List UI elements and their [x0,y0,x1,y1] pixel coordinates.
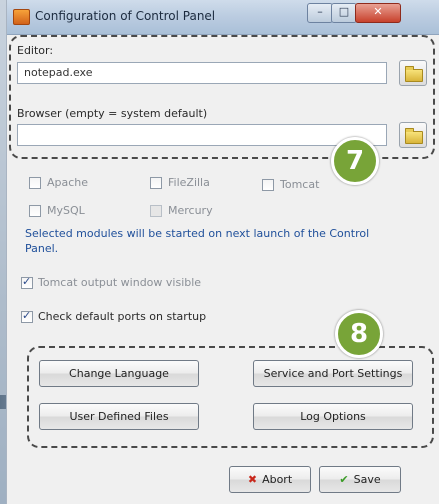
tomcat-output-checkbox[interactable] [21,275,33,289]
filezilla-label: FileZilla [168,176,210,189]
close-icon: ✕ [373,5,383,18]
filezilla-checkbox[interactable] [150,177,162,189]
minimize-icon: – [317,5,323,18]
buttons-highlight [27,346,434,448]
save-button[interactable]: ✔ Save [319,466,401,493]
close-button[interactable]: ✕ [355,3,401,23]
config-window: Configuration of Control Panel – □ ✕ Edi… [6,0,439,504]
abort-label: Abort [262,473,293,486]
tomcat-checkbox[interactable] [262,179,274,191]
x-icon: ✖ [247,473,258,486]
mysql-label: MySQL [47,204,85,217]
checkmark-icon: ✔ [339,473,349,486]
tomcat-output-label: Tomcat output window visible [38,276,202,289]
check-ports-label: Check default ports on startup [38,310,207,323]
app-icon [13,9,30,25]
abort-button[interactable]: ✖ Abort [229,466,311,493]
callout-badge-7: 7 [331,137,379,185]
maximize-icon: □ [338,5,350,18]
window-title: Configuration of Control Panel [35,9,216,23]
title-bar[interactable]: Configuration of Control Panel – □ ✕ [7,0,439,35]
save-label: Save [353,473,381,486]
mercury-label: Mercury [168,204,213,217]
tomcat-label: Tomcat [280,178,320,191]
mercury-checkbox[interactable] [150,205,162,217]
check-ports-checkbox[interactable] [21,309,33,323]
apache-checkbox[interactable] [29,177,41,189]
maximize-button[interactable]: □ [331,3,357,23]
apache-label: Apache [47,176,89,189]
modules-note: Selected modules will be started on next… [25,227,370,255]
mysql-checkbox[interactable] [29,205,41,217]
minimize-button[interactable]: – [307,3,333,23]
callout-badge-8: 8 [335,310,383,358]
editor-browser-highlight [9,35,435,159]
